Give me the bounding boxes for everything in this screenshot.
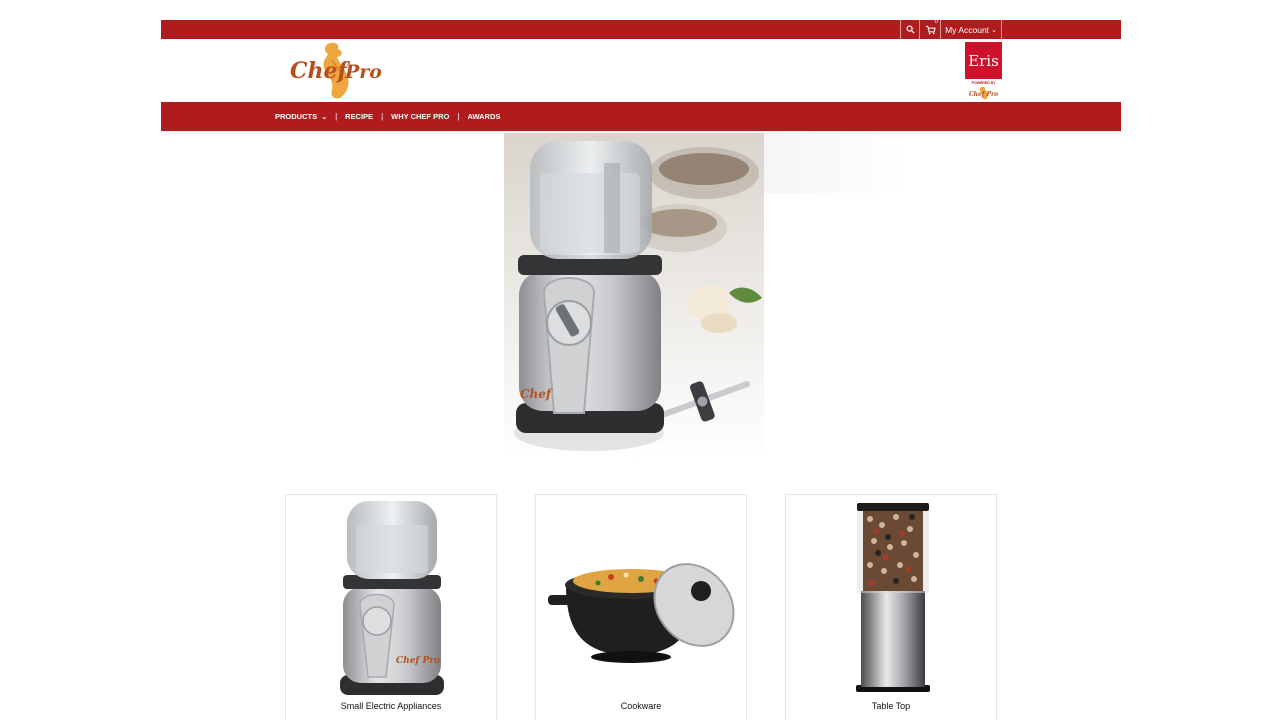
svg-text:Chef Pro: Chef Pro xyxy=(969,91,998,98)
nav-divider: | xyxy=(335,112,338,121)
svg-text:Eris: Eris xyxy=(968,52,999,70)
category-label: Table Top xyxy=(871,701,911,711)
svg-text:Chef: Chef xyxy=(290,58,351,84)
svg-text:Chef Pro: Chef Pro xyxy=(396,656,440,666)
main-navigation: PRODUCTS ⌄ | RECIPE | WHY CHEF PRO | AWA… xyxy=(161,102,1121,131)
svg-text:POWERED BY: POWERED BY xyxy=(972,81,997,85)
pepper-mill-image xyxy=(856,503,930,692)
nav-item-awards[interactable]: AWARDS xyxy=(467,112,500,121)
page: 0 My Account ⌄ Chef Pro Eris POWERED BY … xyxy=(0,0,1280,720)
category-label: Cookware xyxy=(620,701,662,711)
cart-icon xyxy=(925,25,936,34)
chevron-down-icon: ⌄ xyxy=(991,26,997,34)
category-card-cookware[interactable]: Cookware xyxy=(535,494,747,720)
my-account-label: My Account xyxy=(945,24,990,35)
hero-banner-image[interactable]: Chef xyxy=(504,133,764,461)
cart-button[interactable]: 0 xyxy=(919,19,940,39)
search-button[interactable] xyxy=(900,20,919,39)
nav-item-recipe[interactable]: RECIPE xyxy=(345,112,373,121)
chef-pro-logo[interactable]: Chef Pro xyxy=(288,40,388,100)
top-utility-bar: 0 My Account ⌄ xyxy=(161,19,1121,39)
category-card-table-top[interactable]: Table Top xyxy=(785,494,997,720)
grinder-image: Chef Pro xyxy=(340,501,444,695)
site-header: Chef Pro Eris POWERED BY Chef Pro xyxy=(276,39,1006,102)
chevron-down-icon: ⌄ xyxy=(321,114,328,121)
category-card-small-electric-appliances[interactable]: Chef Pro Small Electric Appliances xyxy=(285,494,497,720)
eris-partner-logo[interactable]: Eris POWERED BY Chef Pro xyxy=(965,42,1002,100)
cart-count-badge: 0 xyxy=(934,19,938,25)
nav-item-why-chef-pro[interactable]: WHY CHEF PRO xyxy=(391,112,449,121)
svg-text:Chef: Chef xyxy=(520,387,553,401)
svg-text:Pro: Pro xyxy=(344,61,382,83)
nav-item-label: PRODUCTS xyxy=(275,112,318,121)
nav-item-products[interactable]: PRODUCTS ⌄ xyxy=(275,112,327,121)
nav-divider: | xyxy=(381,112,384,121)
my-account-menu[interactable]: My Account ⌄ xyxy=(940,20,1002,39)
category-label: Small Electric Appliances xyxy=(340,701,442,711)
search-icon xyxy=(905,25,915,34)
hero-backdrop xyxy=(764,133,904,193)
nav-divider: | xyxy=(457,112,460,121)
handi-pot-image xyxy=(548,563,735,663)
